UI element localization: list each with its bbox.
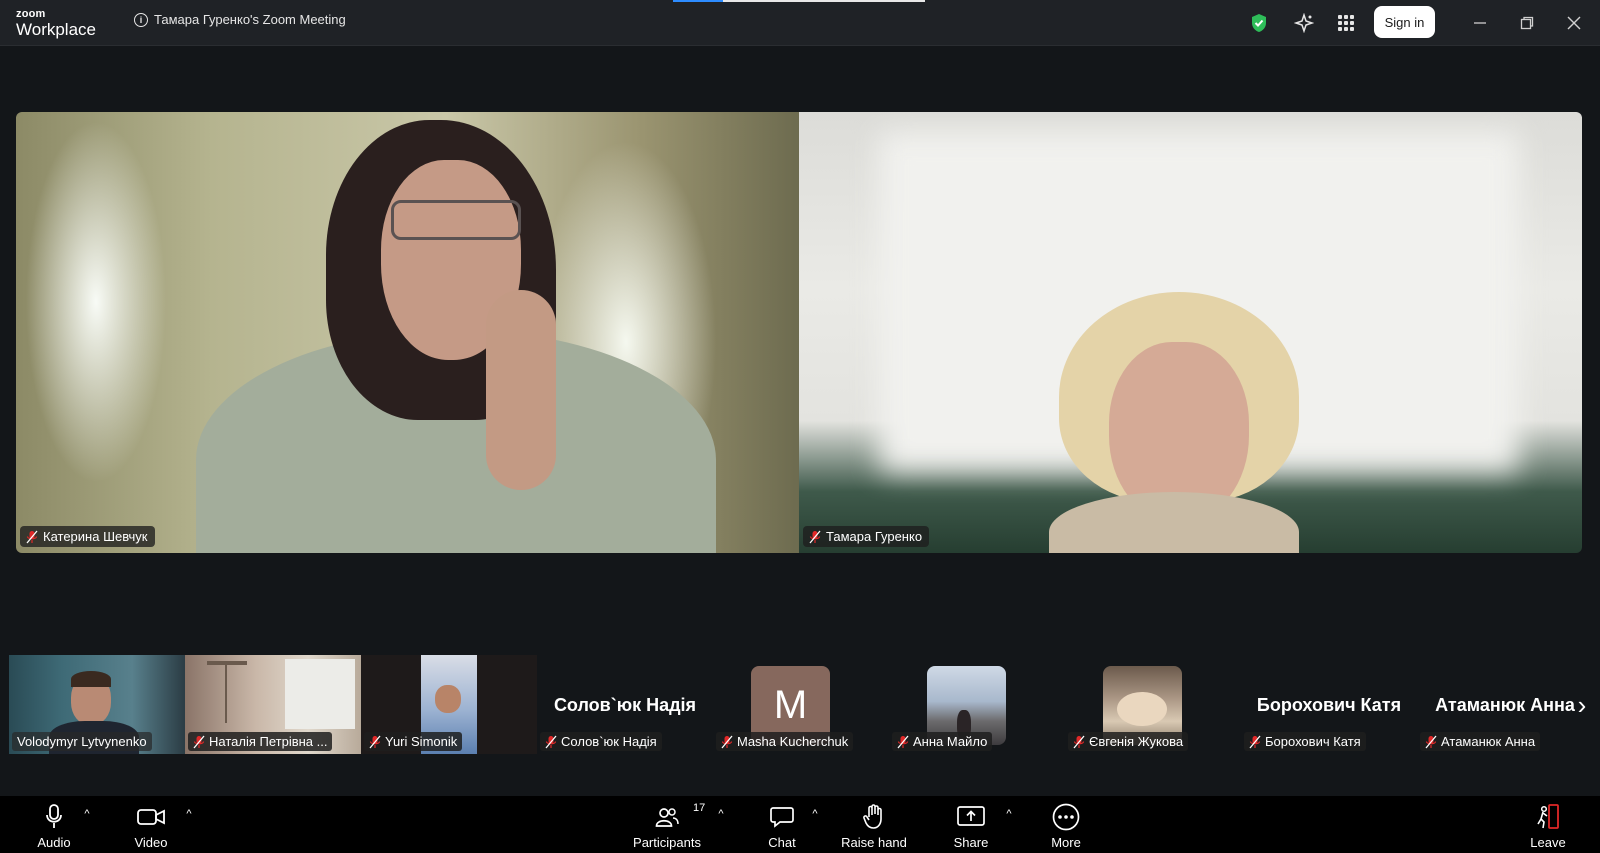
more-label: More bbox=[1051, 835, 1081, 850]
mic-muted-icon bbox=[545, 735, 557, 749]
thumbnail-tile[interactable]: Volodymyr Lytvynenko bbox=[9, 655, 185, 754]
participant-name: Наталія Петрівна ... bbox=[209, 734, 328, 749]
thumbnail-tile[interactable]: Борохович Катя Борохович Катя bbox=[1241, 655, 1417, 754]
participant-name-tag: Солов`юк Надія bbox=[540, 732, 662, 751]
leave-door-icon bbox=[1535, 802, 1561, 832]
participant-name: Volodymyr Lytvynenko bbox=[17, 734, 147, 749]
thumbnail-tile[interactable]: Євгенія Жукова bbox=[1065, 655, 1241, 754]
thumbnail-tile[interactable]: Анна Майло bbox=[889, 655, 1065, 754]
audio-options-caret-icon[interactable]: ^ bbox=[80, 808, 94, 820]
video-button[interactable]: Video bbox=[111, 802, 191, 850]
participants-label: Participants bbox=[633, 835, 701, 850]
audio-label: Audio bbox=[37, 835, 71, 850]
participant-name-tag: Volodymyr Lytvynenko bbox=[12, 732, 152, 751]
video-label: Video bbox=[134, 835, 168, 850]
thumbnail-tile[interactable]: Атаманюк Анна Атаманюк Анна bbox=[1417, 655, 1593, 754]
video-tile-main-2[interactable]: Тамара Гуренко bbox=[799, 112, 1582, 553]
participant-name: Анна Майло bbox=[913, 734, 988, 749]
minimize-icon[interactable] bbox=[1469, 12, 1491, 34]
participant-display-name: Атаманюк Анна bbox=[1435, 695, 1575, 715]
share-screen-icon bbox=[957, 802, 985, 832]
title-bar: zoom Workplace i Тамара Гуренко's Zoom M… bbox=[0, 0, 1600, 46]
participant-name-tag: Наталія Петрівна ... bbox=[188, 732, 333, 751]
participant-name-tag: Атаманюк Анна bbox=[1420, 732, 1541, 751]
thumbnail-tile[interactable]: M Masha Kucherchuk bbox=[713, 655, 889, 754]
participant-name: Тамара Гуренко bbox=[826, 529, 923, 544]
mic-muted-icon bbox=[1073, 735, 1085, 749]
microphone-icon bbox=[45, 802, 63, 832]
chat-options-caret-icon[interactable]: ^ bbox=[808, 808, 822, 820]
meeting-info[interactable]: i Тамара Гуренко's Zoom Meeting bbox=[134, 12, 346, 27]
participant-name-tag: Анна Майло bbox=[892, 732, 993, 751]
thumbnail-tile[interactable]: Yuri Simonik bbox=[361, 655, 537, 754]
leave-label: Leave bbox=[1530, 835, 1566, 850]
chat-bubble-icon bbox=[770, 802, 794, 832]
zoom-workplace-logo: zoom Workplace bbox=[16, 8, 96, 39]
mic-muted-icon bbox=[721, 735, 733, 749]
participant-name: Борохович Катя bbox=[1265, 734, 1361, 749]
more-button[interactable]: More bbox=[1026, 802, 1106, 850]
participants-button[interactable]: 17 Participants bbox=[627, 802, 707, 850]
video-camera-icon bbox=[137, 802, 165, 832]
meeting-title: Тамара Гуренко's Zoom Meeting bbox=[154, 12, 346, 27]
meeting-toolbar: Audio ^ Video ^ 17 Participants ^ Chat ^… bbox=[0, 796, 1600, 853]
chat-label: Chat bbox=[768, 835, 796, 850]
participant-name: Солов`юк Надія bbox=[561, 734, 657, 749]
participant-name: Yuri Simonik bbox=[385, 734, 458, 749]
security-shield-icon[interactable] bbox=[1248, 12, 1270, 34]
participant-display-name: Солов`юк Надія bbox=[553, 695, 697, 715]
participant-name: Катерина Шевчук bbox=[43, 529, 148, 544]
mic-muted-icon bbox=[1249, 735, 1261, 749]
participants-icon: 17 bbox=[655, 802, 705, 832]
thumbnail-tile[interactable]: Солов`юк Надія Солов`юк Надія bbox=[537, 655, 713, 754]
mic-muted-icon bbox=[26, 530, 38, 544]
video-tile-main-1[interactable]: Катерина Шевчук bbox=[16, 112, 799, 553]
participant-video bbox=[196, 120, 716, 553]
chevron-right-icon[interactable]: › bbox=[1572, 690, 1592, 720]
participant-strip: Volodymyr Lytvynenko Наталія Петрівна ..… bbox=[9, 655, 1600, 754]
mic-muted-icon bbox=[1425, 735, 1437, 749]
leave-button[interactable]: Leave bbox=[1508, 802, 1588, 850]
share-label: Share bbox=[953, 835, 989, 850]
participant-name: Євгенія Жукова bbox=[1089, 734, 1184, 749]
hand-icon bbox=[863, 802, 885, 832]
raise-hand-button[interactable]: Raise hand bbox=[834, 802, 914, 850]
top-progress-bar bbox=[673, 0, 925, 2]
mic-muted-icon bbox=[897, 735, 909, 749]
participant-display-name: Борохович Катя bbox=[1256, 695, 1402, 715]
video-options-caret-icon[interactable]: ^ bbox=[182, 808, 196, 820]
participant-name-tag: Євгенія Жукова bbox=[1068, 732, 1189, 751]
close-icon[interactable] bbox=[1563, 12, 1585, 34]
ai-companion-icon[interactable] bbox=[1293, 12, 1315, 34]
participant-name-tag: Катерина Шевчук bbox=[20, 526, 155, 547]
mic-muted-icon bbox=[369, 735, 381, 749]
sign-in-button[interactable]: Sign in bbox=[1374, 6, 1435, 38]
share-options-caret-icon[interactable]: ^ bbox=[1002, 808, 1016, 820]
participant-name-tag: Yuri Simonik bbox=[364, 732, 463, 751]
share-button[interactable]: Share bbox=[931, 802, 1011, 850]
restore-icon[interactable] bbox=[1516, 12, 1538, 34]
raise-hand-label: Raise hand bbox=[841, 835, 907, 850]
info-icon[interactable]: i bbox=[134, 12, 148, 27]
participant-name-tag: Борохович Катя bbox=[1244, 732, 1366, 751]
logo-big-text: Workplace bbox=[16, 20, 96, 39]
thumbnail-tile[interactable]: Наталія Петрівна ... bbox=[185, 655, 361, 754]
participant-name: Masha Kucherchuk bbox=[737, 734, 849, 749]
apps-grid-icon[interactable] bbox=[1335, 12, 1357, 34]
participant-video bbox=[1049, 292, 1319, 553]
mic-muted-icon bbox=[193, 735, 205, 749]
participant-name-tag: Тамара Гуренко bbox=[803, 526, 930, 547]
participant-name-tag: Masha Kucherchuk bbox=[716, 732, 854, 751]
logo-small-text: zoom bbox=[16, 8, 46, 20]
more-ellipsis-icon bbox=[1052, 802, 1080, 832]
mic-muted-icon bbox=[809, 530, 821, 544]
participant-name: Атаманюк Анна bbox=[1441, 734, 1536, 749]
participants-count: 17 bbox=[693, 802, 706, 814]
participants-options-caret-icon[interactable]: ^ bbox=[714, 808, 728, 820]
